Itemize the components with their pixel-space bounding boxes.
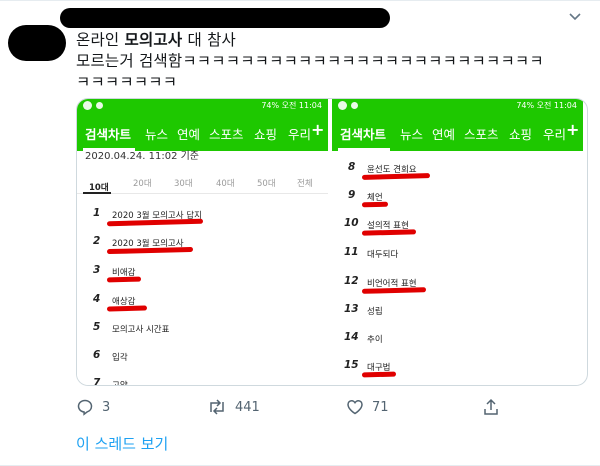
red-marker xyxy=(361,173,431,180)
age-tab-all[interactable]: 전체 xyxy=(297,177,313,189)
naver-nav-bar: 검색차트 뉴스 연예 스포츠 쇼핑 우리 + xyxy=(332,113,583,151)
add-tab-icon[interactable]: + xyxy=(566,120,579,139)
show-thread-link[interactable]: 이 스레드 보기 xyxy=(76,433,168,454)
age-tab-underline xyxy=(83,192,111,194)
red-marker xyxy=(361,287,427,294)
status-bar: 74% 오전 11:04 xyxy=(332,99,583,113)
list-item[interactable]: 14 추이 xyxy=(332,329,583,349)
list-item[interactable]: 13 성립 xyxy=(332,301,583,321)
list-item[interactable]: 9 체언 xyxy=(332,187,583,208)
bold-word: 모의고사 xyxy=(124,31,183,49)
reply-count: 3 xyxy=(102,399,111,415)
status-bar: 74% 오전 11:04 xyxy=(77,99,328,113)
tab-shopping[interactable]: 쇼핑 xyxy=(509,124,532,143)
tweet-line-3: ㅋㅋㅋㅋㅋㅋㅋ xyxy=(76,73,178,91)
red-marker xyxy=(106,305,148,312)
tab-news[interactable]: 뉴스 xyxy=(145,124,168,143)
tweet-actions: 3 441 71 xyxy=(0,397,600,417)
age-tab-40[interactable]: 40대 xyxy=(216,177,235,189)
tab-uri[interactable]: 우리 xyxy=(288,124,311,143)
tweet-line-2: 모르는거 검색함ㅋㅋㅋㅋㅋㅋㅋㅋㅋㅋㅋㅋㅋㅋㅋㅋㅋㅋㅋㅋㅋㅋㅋㅋㅋ xyxy=(76,52,544,70)
tab-entertainment[interactable]: 연예 xyxy=(177,124,200,143)
avatar[interactable] xyxy=(8,25,66,61)
app-notification-icon xyxy=(351,102,358,109)
tab-search-chart[interactable]: 검색차트 xyxy=(340,124,386,143)
tweet-line-1: 온라인 모의고사 대 참사 xyxy=(76,31,236,49)
like-count: 71 xyxy=(372,399,389,415)
chart-date: 2020.04.24. 11:02 기준 xyxy=(85,151,200,162)
tab-news[interactable]: 뉴스 xyxy=(400,124,423,143)
top-divider xyxy=(0,0,600,1)
list-item[interactable]: 12 비언어적 표현 xyxy=(332,273,583,294)
list-item[interactable]: 15 대구법 xyxy=(332,357,583,378)
list-item[interactable]: 7 고양 xyxy=(77,375,328,385)
retweet-count: 441 xyxy=(235,399,260,415)
list-item[interactable]: 11 대두되다 xyxy=(332,244,583,264)
reply-button[interactable]: 3 xyxy=(76,397,110,417)
app-notification-icon xyxy=(96,102,103,109)
tab-shopping[interactable]: 쇼핑 xyxy=(254,124,277,143)
active-tab-underline xyxy=(338,148,390,151)
list-item[interactable]: 4 애상감 xyxy=(77,291,328,312)
tweet-media[interactable]: 74% 오전 11:04 검색차트 뉴스 연예 스포츠 쇼핑 우리 + 2020… xyxy=(76,98,588,386)
retweet-icon xyxy=(210,399,224,415)
tweet-text: 온라인 모의고사 대 참사 모르는거 검색함ㅋㅋㅋㅋㅋㅋㅋㅋㅋㅋㅋㅋㅋㅋㅋㅋㅋㅋ… xyxy=(76,30,576,93)
tab-uri[interactable]: 우리 xyxy=(543,124,566,143)
list-item[interactable]: 10 설의적 표현 xyxy=(332,215,583,236)
list-item[interactable]: 5 모의고사 시간표 xyxy=(77,319,328,339)
tab-sports[interactable]: 스포츠 xyxy=(209,124,244,143)
age-tab-30[interactable]: 30대 xyxy=(174,177,193,189)
red-marker xyxy=(361,229,417,236)
tab-sports[interactable]: 스포츠 xyxy=(464,124,499,143)
red-marker xyxy=(106,246,194,255)
screenshot-left[interactable]: 74% 오전 11:04 검색차트 뉴스 연예 스포츠 쇼핑 우리 + 2020… xyxy=(77,99,328,385)
list-item[interactable]: 1 2020 3월 모의고사 답지 xyxy=(77,205,328,227)
tab-search-chart[interactable]: 검색차트 xyxy=(85,124,131,143)
age-tab-10[interactable]: 10대 xyxy=(89,177,109,197)
screenshot-right[interactable]: 74% 오전 11:04 검색차트 뉴스 연예 스포츠 쇼핑 우리 + 8 윤선… xyxy=(332,99,583,385)
chevron-down-icon[interactable] xyxy=(568,10,582,24)
reply-icon xyxy=(77,399,93,416)
naver-nav-bar: 검색차트 뉴스 연예 스포츠 쇼핑 우리 + xyxy=(77,113,328,151)
app-notification-icon xyxy=(83,101,92,110)
tab-entertainment[interactable]: 연예 xyxy=(432,124,455,143)
age-tab-20[interactable]: 20대 xyxy=(133,177,152,189)
status-text: 74% 오전 11:04 xyxy=(261,101,322,110)
list-item[interactable]: 6 입각 xyxy=(77,347,328,367)
red-marker xyxy=(361,201,389,208)
share-icon xyxy=(484,398,498,415)
red-marker xyxy=(106,218,204,227)
heart-icon xyxy=(347,399,363,415)
age-tab-50[interactable]: 50대 xyxy=(257,177,276,189)
like-button[interactable]: 71 xyxy=(346,397,389,417)
app-notification-icon xyxy=(338,101,347,110)
add-tab-icon[interactable]: + xyxy=(311,120,324,139)
list-item[interactable]: 3 비애감 xyxy=(77,262,328,283)
age-tabs: 10대 20대 30대 40대 50대 전체 xyxy=(77,171,328,194)
list-item[interactable]: 2 2020 3월 모의고사 xyxy=(77,233,328,255)
status-text: 74% 오전 11:04 xyxy=(516,101,577,110)
list-item[interactable]: 8 윤선도 견회요 xyxy=(332,159,583,180)
retweet-button[interactable]: 441 xyxy=(207,397,260,417)
share-button[interactable] xyxy=(482,397,500,417)
red-marker xyxy=(106,276,142,283)
red-marker xyxy=(361,371,397,378)
redacted-username xyxy=(60,8,390,28)
